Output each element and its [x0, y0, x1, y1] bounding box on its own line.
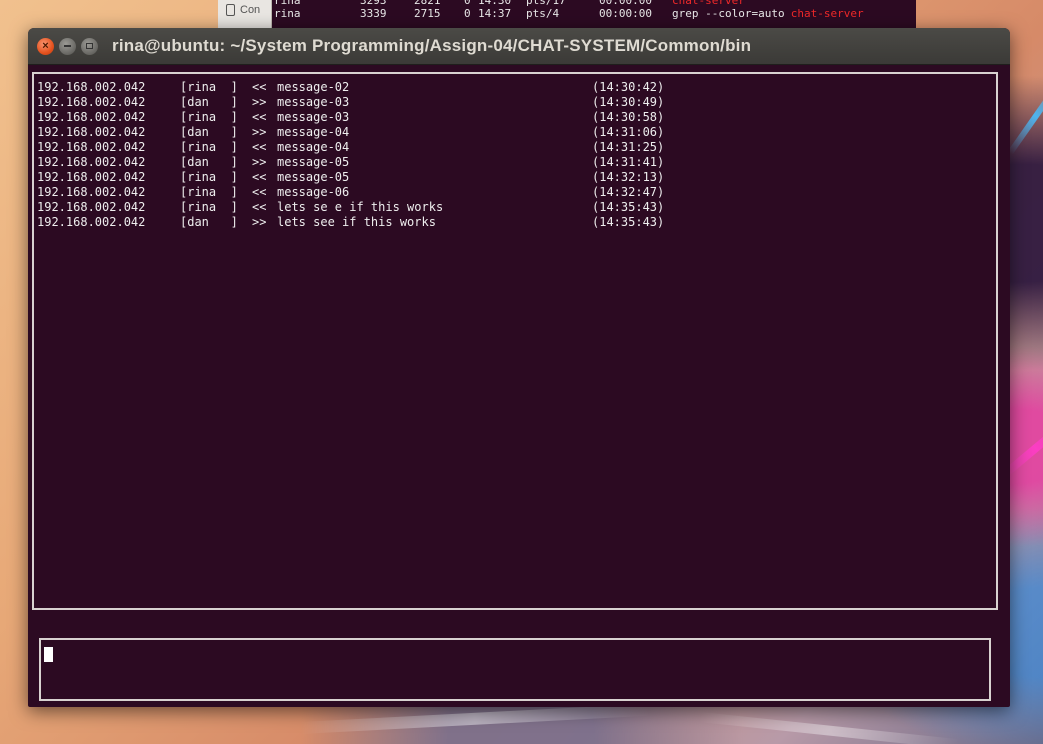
- message-ip: 192.168.002.042: [37, 215, 146, 229]
- message-user: [dan ]: [180, 215, 238, 229]
- message-time: (14:30:58): [592, 110, 665, 124]
- message-text: lets see if this works: [277, 215, 436, 229]
- message-row: 192.168.002.042 [dan ] >> message-05 (14:31:…: [37, 155, 996, 170]
- wallpaper-streak: [699, 712, 960, 744]
- wallpaper-streak: [299, 703, 650, 734]
- message-ip: 192.168.002.042: [37, 200, 146, 214]
- message-direction: <<: [252, 185, 267, 199]
- message-row: 192.168.002.042 [dan ] >> lets see if this …: [37, 215, 996, 230]
- close-icon[interactable]: ×: [37, 37, 54, 55]
- message-row: 192.168.002.042 [rina ] << message-05 (14:32…: [37, 170, 996, 185]
- message-text: message-05: [277, 170, 350, 184]
- background-terminal-time: 00:00:00: [599, 7, 652, 20]
- background-terminal-user: rina: [274, 7, 301, 20]
- message-user: [dan ]: [180, 95, 238, 109]
- window-titlebar[interactable]: × rina@ubuntu: ~/System Programming/Assi…: [28, 28, 1010, 65]
- background-terminal-tty: pts/17: [526, 0, 566, 7]
- message-user: [rina ]: [180, 200, 238, 214]
- text-cursor: [44, 647, 53, 662]
- background-terminal-stime: 14:37: [478, 7, 512, 20]
- background-terminal-row: rina 3339 2715 0 14:37 pts/4 00:00:00 grep --co…: [274, 7, 916, 20]
- message-direction: <<: [252, 80, 267, 94]
- window-controls: ×: [37, 37, 98, 55]
- document-icon: [226, 4, 235, 17]
- message-user: [rina ]: [180, 80, 238, 94]
- message-row: 192.168.002.042 [rina ] << message-03 (14:30…: [37, 110, 996, 125]
- message-direction: >>: [252, 125, 267, 139]
- message-row: 192.168.002.042 [dan ] >> message-04 (14:31:…: [37, 125, 996, 140]
- message-time: (14:31:41): [592, 155, 665, 169]
- message-row: 192.168.002.042 [rina ] << message-02 (14:30…: [37, 80, 996, 95]
- chat-message-panel: 192.168.002.042 [rina ] << message-02 (14:30…: [32, 72, 998, 610]
- message-direction: >>: [252, 215, 267, 229]
- wallpaper-streak: [1007, 77, 1043, 155]
- message-time: (14:31:25): [592, 140, 665, 154]
- background-terminal[interactable]: rina 3293 2821 0 14:30 pts/17 00:00:00 chat-ser…: [272, 0, 916, 30]
- message-time: (14:30:42): [592, 80, 665, 94]
- background-window-tab-label: Con: [240, 4, 261, 17]
- background-terminal-ppid: 2715: [414, 7, 441, 20]
- message-text: message-06: [277, 185, 350, 199]
- background-terminal-user: rina: [274, 0, 301, 7]
- background-terminal-stime: 14:30: [478, 0, 512, 7]
- message-direction: <<: [252, 170, 267, 184]
- background-terminal-row: rina 3293 2821 0 14:30 pts/17 00:00:00 chat-ser…: [274, 0, 916, 7]
- background-terminal-ppid: 2821: [414, 0, 441, 7]
- message-ip: 192.168.002.042: [37, 140, 146, 154]
- message-direction: <<: [252, 110, 267, 124]
- message-ip: 192.168.002.042: [37, 155, 146, 169]
- message-row: 192.168.002.042 [dan ] >> message-03 (14:30:…: [37, 95, 996, 110]
- background-terminal-c: 0: [464, 0, 471, 7]
- message-row: 192.168.002.042 [rina ] << lets se e if thi…: [37, 200, 996, 215]
- message-direction: >>: [252, 95, 267, 109]
- message-time: (14:35:43): [592, 215, 665, 229]
- background-window-tab[interactable]: Con: [218, 0, 272, 28]
- message-user: [rina ]: [180, 140, 238, 154]
- message-direction: <<: [252, 140, 267, 154]
- message-ip: 192.168.002.042: [37, 125, 146, 139]
- message-user: [dan ]: [180, 125, 238, 139]
- message-text: message-05: [277, 155, 350, 169]
- message-ip: 192.168.002.042: [37, 170, 146, 184]
- message-text: message-03: [277, 110, 350, 124]
- message-time: (14:30:49): [592, 95, 665, 109]
- message-row: 192.168.002.042 [rina ] << message-04 (14:31…: [37, 140, 996, 155]
- background-terminal-pid: 3339: [360, 7, 387, 20]
- background-terminal-highlight: chat-server: [672, 0, 745, 7]
- message-ip: 192.168.002.042: [37, 80, 146, 94]
- message-text: message-03: [277, 95, 350, 109]
- message-text: message-04: [277, 125, 350, 139]
- message-ip: 192.168.002.042: [37, 110, 146, 124]
- message-direction: >>: [252, 155, 267, 169]
- terminal-window[interactable]: × rina@ubuntu: ~/System Programming/Assi…: [28, 28, 1010, 707]
- message-row: 192.168.002.042 [rina ] << message-06 (14:32…: [37, 185, 996, 200]
- maximize-icon[interactable]: [81, 37, 98, 55]
- message-ip: 192.168.002.042: [37, 185, 146, 199]
- window-title: rina@ubuntu: ~/System Programming/Assign…: [112, 36, 752, 55]
- message-user: [dan ]: [180, 155, 238, 169]
- message-time: (14:31:06): [592, 125, 665, 139]
- message-direction: <<: [252, 200, 267, 214]
- message-input-panel[interactable]: [39, 638, 991, 701]
- message-text: message-04: [277, 140, 350, 154]
- background-terminal-c: 0: [464, 7, 471, 20]
- background-terminal-pid: 3293: [360, 0, 387, 7]
- message-time: (14:32:13): [592, 170, 665, 184]
- message-time: (14:32:47): [592, 185, 665, 199]
- background-terminal-highlight: chat-server: [790, 7, 864, 20]
- minimize-icon[interactable]: [59, 37, 76, 55]
- message-user: [rina ]: [180, 170, 238, 184]
- message-text: lets se e if this works: [277, 200, 444, 214]
- message-time: (14:35:43): [592, 200, 665, 214]
- message-text: message-02: [277, 80, 350, 94]
- background-terminal-tty: pts/4: [526, 7, 560, 20]
- message-user: [rina ]: [180, 110, 238, 124]
- message-user: [rina ]: [180, 185, 238, 199]
- message-ip: 192.168.002.042: [37, 95, 146, 109]
- background-terminal-time: 00:00:00: [599, 0, 652, 7]
- background-terminal-cmd-plain: grep --color=auto: [672, 7, 792, 20]
